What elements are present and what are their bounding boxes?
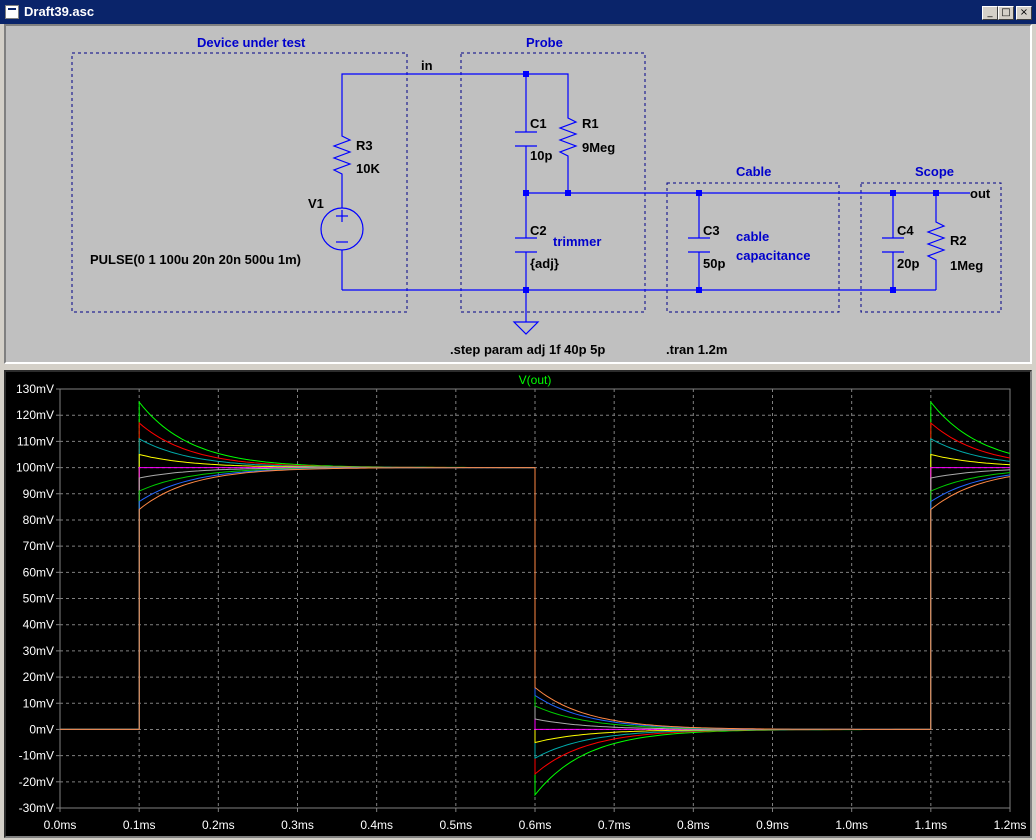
y-tick-label: 60mV [23,565,54,579]
y-tick-label: 90mV [23,487,54,501]
x-tick-label: 1.0ms [835,818,868,832]
y-tick-label: 10mV [23,696,54,710]
y-tick-label: -10mV [19,749,54,763]
y-tick-label: 110mV [17,434,54,448]
y-tick-label: 80mV [23,513,54,527]
y-tick-label: 30mV [23,644,54,658]
y-tick-label: 40mV [23,618,54,632]
waveform-pane[interactable]: V(out) 130mV 120mV 110mV 100mV 90mV 80mV 70mV 6… [4,370,1032,838]
x-tick-label: 0.2ms [202,818,235,832]
y-tick-label: 0mV [29,722,54,736]
y-tick-label: 70mV [23,539,54,553]
x-tick-label: 0.5ms [439,818,472,832]
trace-title[interactable]: V(out) [519,373,552,387]
y-tick-label: -30mV [19,801,54,815]
y-tick-label: 50mV [23,592,54,606]
y-tick-label: 120mV [16,408,54,422]
x-tick-label: 0.1ms [123,818,156,832]
x-tick-label: 0.4ms [360,818,393,832]
x-tick-label: 1.2ms [994,818,1027,832]
x-tick-label: 0.0ms [44,818,77,832]
y-tick-label: 130mV [16,382,54,396]
y-tick-label: -20mV [19,775,54,789]
x-tick-label: 0.8ms [677,818,710,832]
y-tick-label: 100mV [16,461,54,475]
x-tick-label: 0.9ms [756,818,789,832]
y-tick-label: 20mV [23,670,54,684]
x-tick-label: 1.1ms [914,818,947,832]
x-tick-label: 0.7ms [598,818,631,832]
waveform-plot[interactable]: V(out) 130mV 120mV 110mV 100mV 90mV 80mV 70mV 6… [0,0,1036,840]
x-tick-label: 0.3ms [281,818,314,832]
x-tick-label: 0.6ms [519,818,552,832]
